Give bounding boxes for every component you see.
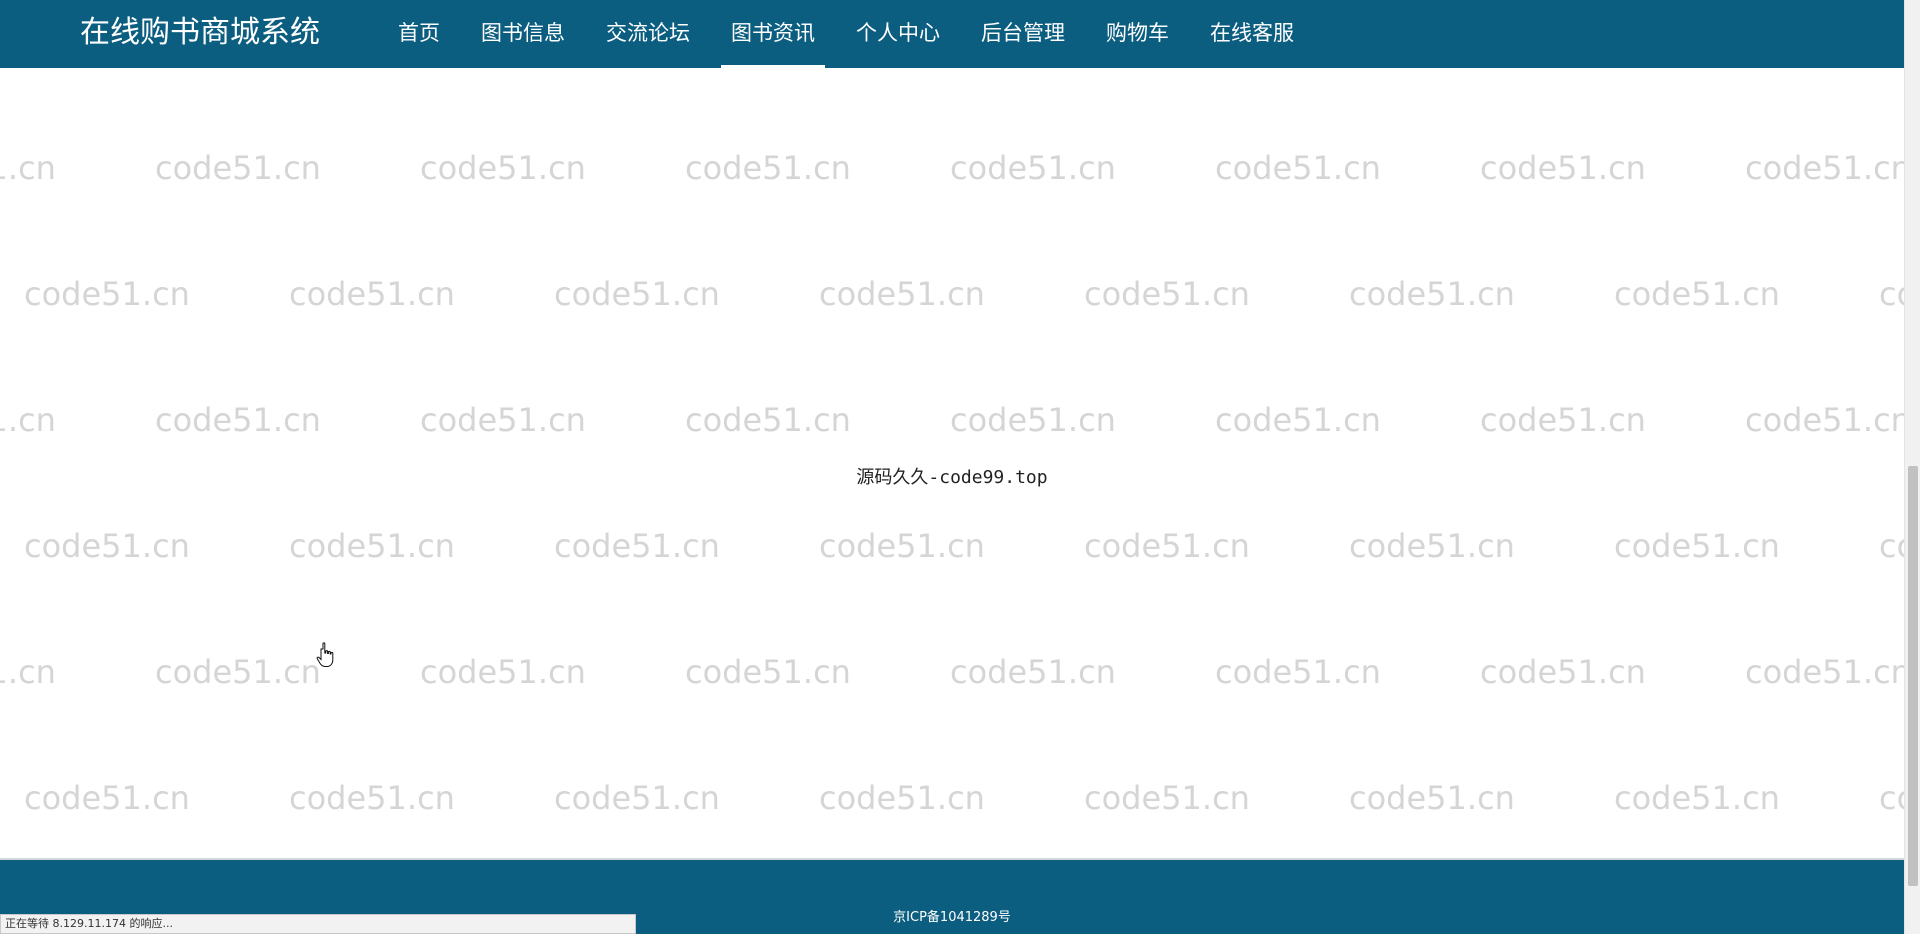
watermark-text: code51.cn [819, 527, 985, 565]
watermark-text: code51.cn [289, 779, 455, 817]
center-source-text: 源码久久-code99.top [856, 467, 1048, 488]
watermark-text: code51.cn [155, 149, 321, 187]
watermark-text: code51.cn [554, 779, 720, 817]
watermark-text: code51.cn [1745, 653, 1904, 691]
watermark-text: code51.cn [1084, 275, 1250, 313]
watermark-text: code51.cn [1879, 779, 1904, 817]
watermark-text: code51.cn [155, 653, 321, 691]
watermark-text: code51.cn [950, 149, 1116, 187]
watermark-text: code51.cn [685, 401, 851, 439]
nav-item-admin[interactable]: 后台管理 [971, 0, 1075, 68]
watermark-text: code51.cn [0, 653, 56, 691]
nav-item-forum[interactable]: 交流论坛 [596, 0, 700, 68]
nav-item-customer-service[interactable]: 在线客服 [1200, 0, 1304, 68]
watermark-text: code51.cn [1745, 401, 1904, 439]
watermark-text: code51.cn [1215, 401, 1381, 439]
nav-item-book-news[interactable]: 图书资讯 [721, 0, 825, 68]
watermark-text: code51.cn [1215, 149, 1381, 187]
watermark-text: code51.cn [1480, 653, 1646, 691]
nav-item-book-info[interactable]: 图书信息 [471, 0, 575, 68]
watermark-text: code51.cn [1480, 149, 1646, 187]
watermark-text: code51.cn [685, 653, 851, 691]
watermark-text: code51.cn [819, 779, 985, 817]
watermark-text: code51.cn [1349, 275, 1515, 313]
watermark-text: code51.cn [24, 527, 190, 565]
watermark-text: code51.cn [819, 275, 985, 313]
watermark-text: code51.cn [1614, 779, 1780, 817]
nav-item-personal-center[interactable]: 个人中心 [846, 0, 950, 68]
watermark-text: code51.cn [289, 275, 455, 313]
watermark-text: code51.cn [950, 401, 1116, 439]
top-navigation-bar: 在线购书商城系统 首页 图书信息 交流论坛 图书资讯 个人中心 后台管理 购物车… [0, 0, 1904, 68]
watermark-text: code51.cn [1614, 275, 1780, 313]
watermark-text: code51.cn [1879, 527, 1904, 565]
vertical-scrollbar[interactable] [1904, 0, 1920, 934]
scrollbar-thumb[interactable] [1908, 466, 1918, 886]
hand-pointer-icon [316, 642, 334, 667]
watermark-text: code51.cn [1349, 527, 1515, 565]
watermark-text: code51.cn [420, 149, 586, 187]
main-nav: 首页 图书信息 交流论坛 图书资讯 个人中心 后台管理 购物车 在线客服 [388, 0, 1325, 68]
watermark-text: code51.cn [1084, 779, 1250, 817]
watermark-text: code51.cn [289, 527, 455, 565]
watermark-text: code51.cn [685, 149, 851, 187]
nav-item-cart[interactable]: 购物车 [1096, 0, 1179, 68]
watermark-text: code51.cn [0, 401, 56, 439]
page: code51.cn code51.cn code51.cn code51.cn code… [0, 0, 1920, 934]
watermark-text: code51.cn [1480, 401, 1646, 439]
watermark-text: code51.cn [1349, 779, 1515, 817]
watermark-text: code51.cn [554, 275, 720, 313]
watermark-text: code51.cn [1745, 149, 1904, 187]
watermark-text: code51.cn [420, 653, 586, 691]
watermark-text: code51.cn [24, 275, 190, 313]
watermark-text: code51.cn [155, 401, 321, 439]
browser-status-bar: 正在等待 8.129.11.174 的响应... [0, 914, 636, 934]
watermark-text: code51.cn [1215, 653, 1381, 691]
watermark-text: code51.cn [420, 401, 586, 439]
watermark-text: code51.cn [950, 653, 1116, 691]
watermark-text: code51.cn [0, 149, 56, 187]
watermark-text: code51.cn [24, 779, 190, 817]
watermark-text: code51.cn [1084, 527, 1250, 565]
watermark-text: code51.cn [554, 527, 720, 565]
nav-item-home[interactable]: 首页 [388, 0, 450, 68]
site-brand-title[interactable]: 在线购书商城系统 [80, 12, 320, 54]
watermark-text: code51.cn [1614, 527, 1780, 565]
watermark-text: code51.cn [1879, 275, 1904, 313]
